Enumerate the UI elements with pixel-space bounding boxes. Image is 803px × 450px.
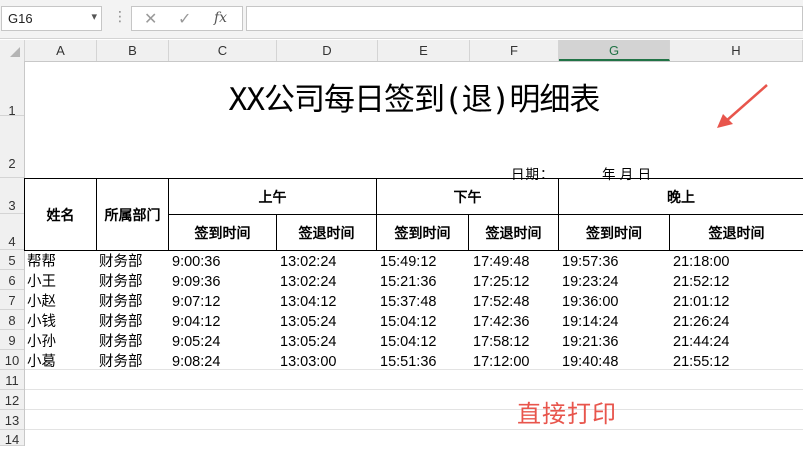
cell-name[interactable]: 小钱 [27, 312, 56, 332]
cell-am-out[interactable]: 13:02:24 [280, 272, 336, 292]
row-header-12[interactable]: 12 [0, 390, 24, 410]
column-header-g[interactable]: G [559, 40, 670, 61]
cell-ev-out[interactable]: 21:44:24 [673, 332, 729, 352]
header-name: 姓名 [24, 178, 97, 251]
cell-dept[interactable]: 财务部 [99, 332, 143, 352]
more-options-icon[interactable]: ⋮ [113, 9, 127, 25]
column-header-b[interactable]: B [97, 40, 169, 61]
cell-am-out[interactable]: 13:05:24 [280, 312, 336, 332]
row-header-13[interactable]: 13 [0, 410, 24, 430]
column-header-c[interactable]: C [169, 40, 277, 61]
cell-pm-out[interactable]: 17:49:48 [473, 252, 529, 272]
sheet-title: XX公司每日签到(退)明细表 [228, 82, 601, 118]
cell-am-out[interactable]: 13:03:00 [280, 352, 336, 372]
header-ev-sign-in: 签到时间 [558, 214, 670, 251]
column-header-d[interactable]: D [277, 40, 378, 61]
chevron-down-icon[interactable]: ▾ [91, 10, 97, 23]
row-header-10[interactable]: 10 [0, 350, 24, 370]
cell-am-in[interactable]: 9:04:12 [172, 312, 220, 332]
formula-tools: ✕ ✓ fx [131, 6, 243, 31]
cell-am-in[interactable]: 9:08:24 [172, 352, 220, 372]
column-header-f[interactable]: F [470, 40, 559, 61]
row-header-3[interactable]: 3 [0, 178, 24, 214]
header-pm-sign-in: 签到时间 [376, 214, 469, 251]
cell-ev-out[interactable]: 21:18:00 [673, 252, 729, 272]
print-annotation: 直接打印 [517, 400, 617, 428]
cell-pm-out[interactable]: 17:52:48 [473, 292, 529, 312]
row-header-bar: 1 2 3 4 5 6 7 8 9 10 11 12 13 14 [0, 61, 25, 447]
header-morning: 上午 [168, 178, 377, 215]
cell-am-in[interactable]: 9:07:12 [172, 292, 220, 312]
cell-pm-in[interactable]: 15:04:12 [380, 312, 436, 332]
cell-pm-in[interactable]: 15:21:36 [380, 272, 436, 292]
cell-am-out[interactable]: 13:04:12 [280, 292, 336, 312]
cell-ev-in[interactable]: 19:14:24 [562, 312, 618, 332]
cell-pm-in[interactable]: 15:51:36 [380, 352, 436, 372]
row-header-11[interactable]: 11 [0, 370, 24, 390]
cell-pm-in[interactable]: 15:04:12 [380, 332, 436, 352]
header-am-sign-out: 签退时间 [276, 214, 377, 251]
cell-pm-in[interactable]: 15:37:48 [380, 292, 436, 312]
cell-pm-out[interactable]: 17:42:36 [473, 312, 529, 332]
check-icon[interactable]: ✓ [178, 9, 191, 28]
cell-pm-out[interactable]: 17:12:00 [473, 352, 529, 372]
cell-ev-in[interactable]: 19:21:36 [562, 332, 618, 352]
cell-pm-out[interactable]: 17:25:12 [473, 272, 529, 292]
row-header-8[interactable]: 8 [0, 310, 24, 330]
row-header-9[interactable]: 9 [0, 330, 24, 350]
column-header-a[interactable]: A [25, 40, 97, 61]
row-header-1[interactable]: 1 [0, 61, 24, 118]
column-header-bar: A B C D E F G H [0, 40, 803, 62]
cell-ev-in[interactable]: 19:23:24 [562, 272, 618, 292]
cell-ev-out[interactable]: 21:55:12 [673, 352, 729, 372]
row-header-6[interactable]: 6 [0, 270, 24, 290]
cell-dept[interactable]: 财务部 [99, 292, 143, 312]
cell-am-in[interactable]: 9:09:36 [172, 272, 220, 292]
cell-ev-out[interactable]: 21:01:12 [673, 292, 729, 312]
cell-pm-in[interactable]: 15:49:12 [380, 252, 436, 272]
row-header-5[interactable]: 5 [0, 250, 24, 270]
row-header-2[interactable]: 2 [0, 116, 24, 178]
cell-name[interactable]: 小孙 [27, 332, 56, 352]
column-header-h[interactable]: H [670, 40, 803, 61]
header-afternoon: 下午 [376, 178, 559, 215]
cell-dept[interactable]: 财务部 [99, 352, 143, 372]
column-header-e[interactable]: E [378, 40, 470, 61]
row-header-7[interactable]: 7 [0, 290, 24, 310]
name-box[interactable]: G16 ▾ [1, 6, 102, 31]
cell-am-out[interactable]: 13:02:24 [280, 252, 336, 272]
cell-dept[interactable]: 财务部 [99, 272, 143, 292]
header-pm-sign-out: 签退时间 [468, 214, 559, 251]
formula-input[interactable] [246, 6, 803, 31]
row-header-14[interactable]: 14 [0, 430, 24, 447]
header-ev-sign-out: 签退时间 [669, 214, 803, 251]
name-box-value: G16 [8, 11, 33, 26]
cell-am-out[interactable]: 13:05:24 [280, 332, 336, 352]
cell-name[interactable]: 小王 [27, 272, 56, 292]
cell-ev-out[interactable]: 21:26:24 [673, 312, 729, 332]
row-header-4[interactable]: 4 [0, 214, 24, 250]
select-all-corner[interactable] [0, 40, 25, 61]
header-dept: 所属部门 [96, 178, 169, 251]
formula-bar: G16 ▾ ⋮ ✕ ✓ fx [0, 0, 803, 39]
header-am-sign-in: 签到时间 [168, 214, 277, 251]
cell-am-in[interactable]: 9:00:36 [172, 252, 220, 272]
cancel-icon[interactable]: ✕ [144, 9, 157, 28]
cell-dept[interactable]: 财务部 [99, 312, 143, 332]
function-icon[interactable]: fx [214, 10, 227, 26]
cell-name[interactable]: 小葛 [27, 352, 56, 372]
cell-name[interactable]: 小赵 [27, 292, 56, 312]
header-evening: 晚上 [558, 178, 803, 215]
cell-ev-in[interactable]: 19:57:36 [562, 252, 618, 272]
cell-dept[interactable]: 财务部 [99, 252, 143, 272]
cell-ev-in[interactable]: 19:36:00 [562, 292, 618, 312]
pointer-arrow-icon [717, 84, 768, 128]
cell-name[interactable]: 帮帮 [27, 252, 56, 272]
sheet-grid[interactable]: XX公司每日签到(退)明细表 日期： 年 月 日 姓名 所属部门 上午 下午 晚… [24, 62, 803, 446]
cell-ev-in[interactable]: 19:40:48 [562, 352, 618, 372]
cell-ev-out[interactable]: 21:52:12 [673, 272, 729, 292]
cell-pm-out[interactable]: 17:58:12 [473, 332, 529, 352]
cell-am-in[interactable]: 9:05:24 [172, 332, 220, 352]
